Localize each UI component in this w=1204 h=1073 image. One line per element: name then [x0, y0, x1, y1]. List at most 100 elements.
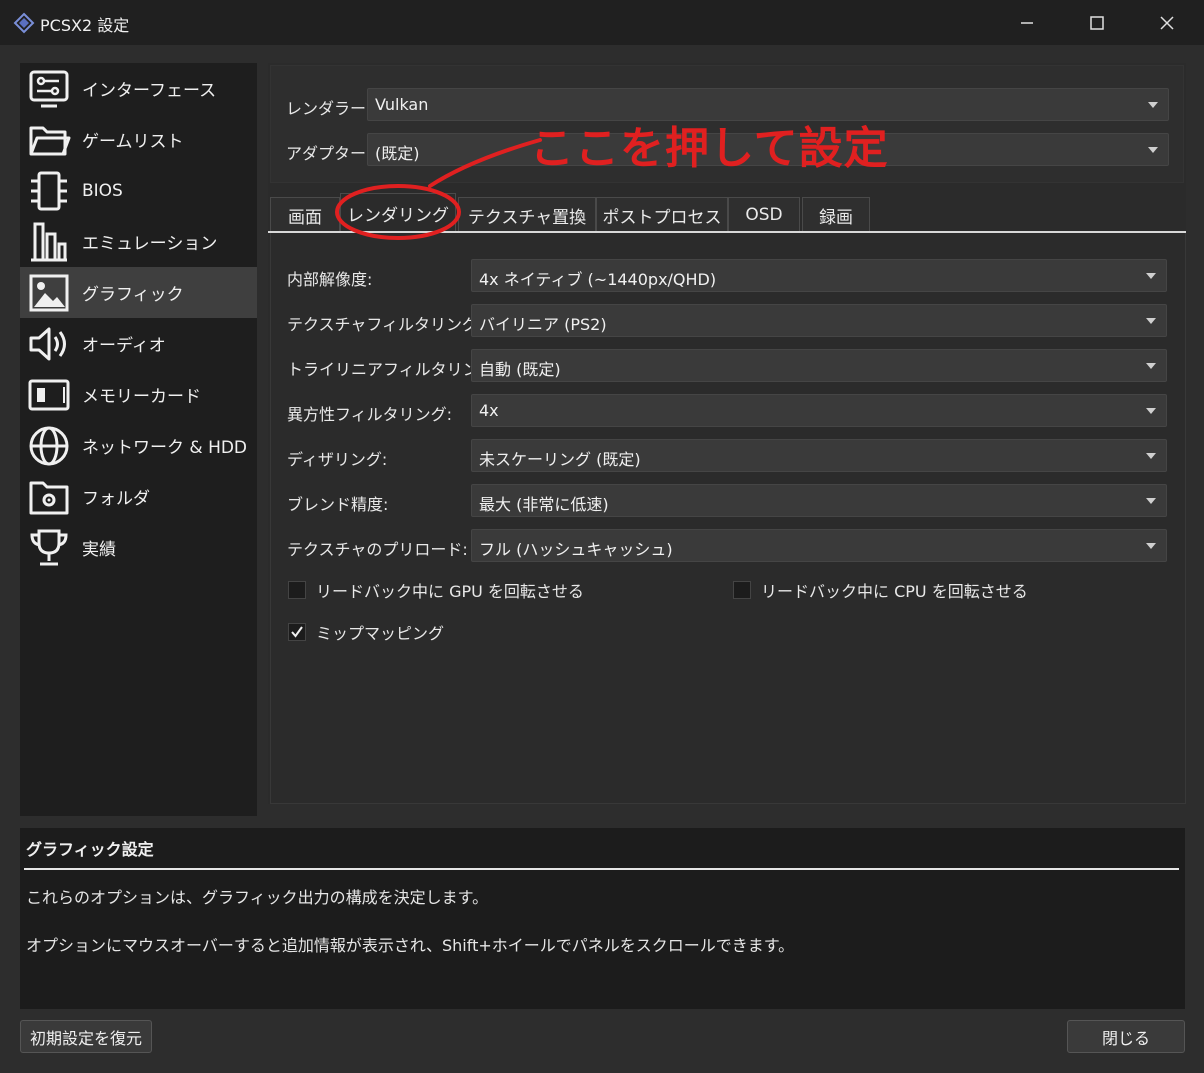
chevron-down-icon	[1146, 453, 1156, 459]
tab-label: 画面	[288, 207, 322, 228]
setting-label: 異方性フィルタリング:	[287, 405, 453, 424]
trilinear-filtering-select[interactable]: 自動 (既定)	[471, 349, 1167, 382]
folder-icon	[26, 117, 72, 163]
tab-recording[interactable]: 録画	[802, 197, 870, 232]
sidebar-item-label: グラフィック	[82, 285, 184, 305]
description-divider	[24, 868, 1179, 870]
globe-icon	[26, 423, 72, 469]
setting-value: 最大 (非常に低速)	[479, 495, 609, 514]
minimize-button[interactable]	[992, 0, 1062, 45]
tab-label: テクスチャ置換	[467, 207, 587, 228]
sidebar-item-label: オーディオ	[82, 336, 166, 356]
setting-value: 4x ネイティブ (~1440px/QHD)	[479, 270, 717, 289]
chevron-down-icon	[1148, 102, 1158, 108]
chevron-down-icon	[1146, 273, 1156, 279]
sidebar-item-memory-card[interactable]: メモリーカード	[20, 369, 257, 420]
tab-rendering[interactable]: レンダリング	[340, 193, 456, 232]
sidebar-item-achievements[interactable]: 実績	[20, 522, 257, 573]
sidebar-item-interface[interactable]: インターフェース	[20, 63, 257, 114]
renderer-value: Vulkan	[375, 95, 429, 114]
annotation-text: ここを押して設定	[530, 123, 889, 174]
dithering-select[interactable]: 未スケーリング (既定)	[471, 439, 1167, 472]
gpu-spin-checkbox-row[interactable]: リードバック中に GPU を回転させる	[288, 578, 584, 602]
setting-label: ディザリング:	[287, 450, 388, 469]
tab-display[interactable]: 画面	[270, 197, 340, 232]
tab-post-processing[interactable]: ポストプロセス	[596, 197, 728, 232]
interface-icon	[26, 66, 72, 112]
adapter-value: (既定)	[375, 144, 420, 163]
window-title: PCSX2 設定	[40, 16, 130, 35]
close-icon	[1160, 15, 1174, 30]
setting-value: 未スケーリング (既定)	[479, 450, 641, 469]
trophy-icon	[26, 525, 72, 571]
close-button[interactable]: 閉じる	[1067, 1020, 1185, 1053]
setting-value: フル (ハッシュキャッシュ)	[479, 540, 673, 559]
image-icon	[26, 270, 72, 316]
description-title: グラフィック設定	[26, 840, 154, 859]
chip-icon	[26, 168, 72, 214]
sidebar-item-folders[interactable]: フォルダ	[20, 471, 257, 522]
description-panel: グラフィック設定 これらのオプションは、グラフィック出力の構成を決定します。 オ…	[20, 828, 1185, 1009]
graphics-tabs: 画面 レンダリング テクスチャ置換 ポストプロセス OSD 録画	[268, 193, 1186, 233]
gpu-spin-checkbox[interactable]	[288, 581, 306, 599]
adapter-label: アダプター:	[286, 144, 372, 163]
settings-sidebar: インターフェース ゲームリスト BIOS エミュレーション グラフィック オーデ…	[20, 63, 257, 816]
sidebar-item-audio[interactable]: オーディオ	[20, 318, 257, 369]
sidebar-item-label: フォルダ	[82, 489, 150, 509]
anisotropic-filtering-select[interactable]: 4x	[471, 394, 1167, 427]
setting-label: 内部解像度:	[287, 270, 373, 289]
sidebar-item-bios[interactable]: BIOS	[20, 165, 257, 216]
setting-value: バイリニア (PS2)	[479, 315, 607, 334]
sidebar-item-label: 実績	[82, 540, 116, 560]
cpu-spin-checkbox-row[interactable]: リードバック中に CPU を回転させる	[733, 578, 1028, 602]
chevron-down-icon	[1146, 318, 1156, 324]
restore-defaults-button[interactable]: 初期設定を復元	[20, 1020, 152, 1053]
chevron-down-icon	[1146, 543, 1156, 549]
internal-resolution-select[interactable]: 4x ネイティブ (~1440px/QHD)	[471, 259, 1167, 292]
folder-settings-icon	[26, 474, 72, 520]
tab-label: レンダリング	[347, 205, 449, 226]
texture-filtering-select[interactable]: バイリニア (PS2)	[471, 304, 1167, 337]
sidebar-item-label: エミュレーション	[82, 234, 218, 254]
checkbox-label: ミップマッピング	[316, 624, 445, 643]
maximize-button[interactable]	[1062, 0, 1132, 45]
setting-value: 4x	[479, 401, 499, 420]
tab-label: ポストプロセス	[602, 207, 722, 228]
setting-value: 自動 (既定)	[479, 360, 561, 379]
cpu-spin-checkbox[interactable]	[733, 581, 751, 599]
sidebar-item-label: ネットワーク & HDD	[82, 438, 248, 458]
description-line-1: これらのオプションは、グラフィック出力の構成を決定します。	[26, 888, 489, 907]
close-window-button[interactable]	[1132, 0, 1202, 45]
sidebar-item-network-hdd[interactable]: ネットワーク & HDD	[20, 420, 257, 471]
speaker-icon	[26, 321, 72, 367]
texture-preload-select[interactable]: フル (ハッシュキャッシュ)	[471, 529, 1167, 562]
sidebar-item-label: BIOS	[82, 180, 123, 201]
rendering-settings: 内部解像度: 4x ネイティブ (~1440px/QHD) テクスチャフィルタリ…	[270, 233, 1186, 804]
pcsx2-logo-icon	[12, 11, 36, 35]
minimize-icon	[1021, 21, 1033, 24]
emulation-icon	[26, 219, 72, 265]
mipmapping-checkbox[interactable]	[288, 623, 306, 641]
sidebar-item-graphics[interactable]: グラフィック	[20, 267, 257, 318]
chevron-down-icon	[1148, 147, 1158, 153]
maximize-icon	[1090, 15, 1104, 30]
renderer-label: レンダラー:	[286, 99, 372, 118]
tab-texture-replacement[interactable]: テクスチャ置換	[458, 197, 596, 232]
tab-label: 録画	[819, 207, 853, 228]
chevron-down-icon	[1146, 408, 1156, 414]
description-line-2: オプションにマウスオーバーすると追加情報が表示され、Shift+ホイールでパネル…	[26, 936, 795, 955]
checkbox-label: リードバック中に GPU を回転させる	[316, 582, 584, 601]
mipmapping-checkbox-row[interactable]: ミップマッピング	[288, 620, 444, 644]
setting-label: テクスチャフィルタリング:	[287, 315, 484, 334]
sidebar-item-game-list[interactable]: ゲームリスト	[20, 114, 257, 165]
checkbox-label: リードバック中に CPU を回転させる	[761, 582, 1028, 601]
chevron-down-icon	[1146, 498, 1156, 504]
setting-label: ブレンド精度:	[287, 495, 389, 514]
sidebar-item-label: メモリーカード	[82, 387, 201, 407]
blend-accuracy-select[interactable]: 最大 (非常に低速)	[471, 484, 1167, 517]
tab-osd[interactable]: OSD	[728, 197, 800, 232]
title-bar: PCSX2 設定	[0, 0, 1204, 45]
sidebar-item-emulation[interactable]: エミュレーション	[20, 216, 257, 267]
sidebar-item-label: ゲームリスト	[82, 132, 184, 152]
chevron-down-icon	[1146, 363, 1156, 369]
